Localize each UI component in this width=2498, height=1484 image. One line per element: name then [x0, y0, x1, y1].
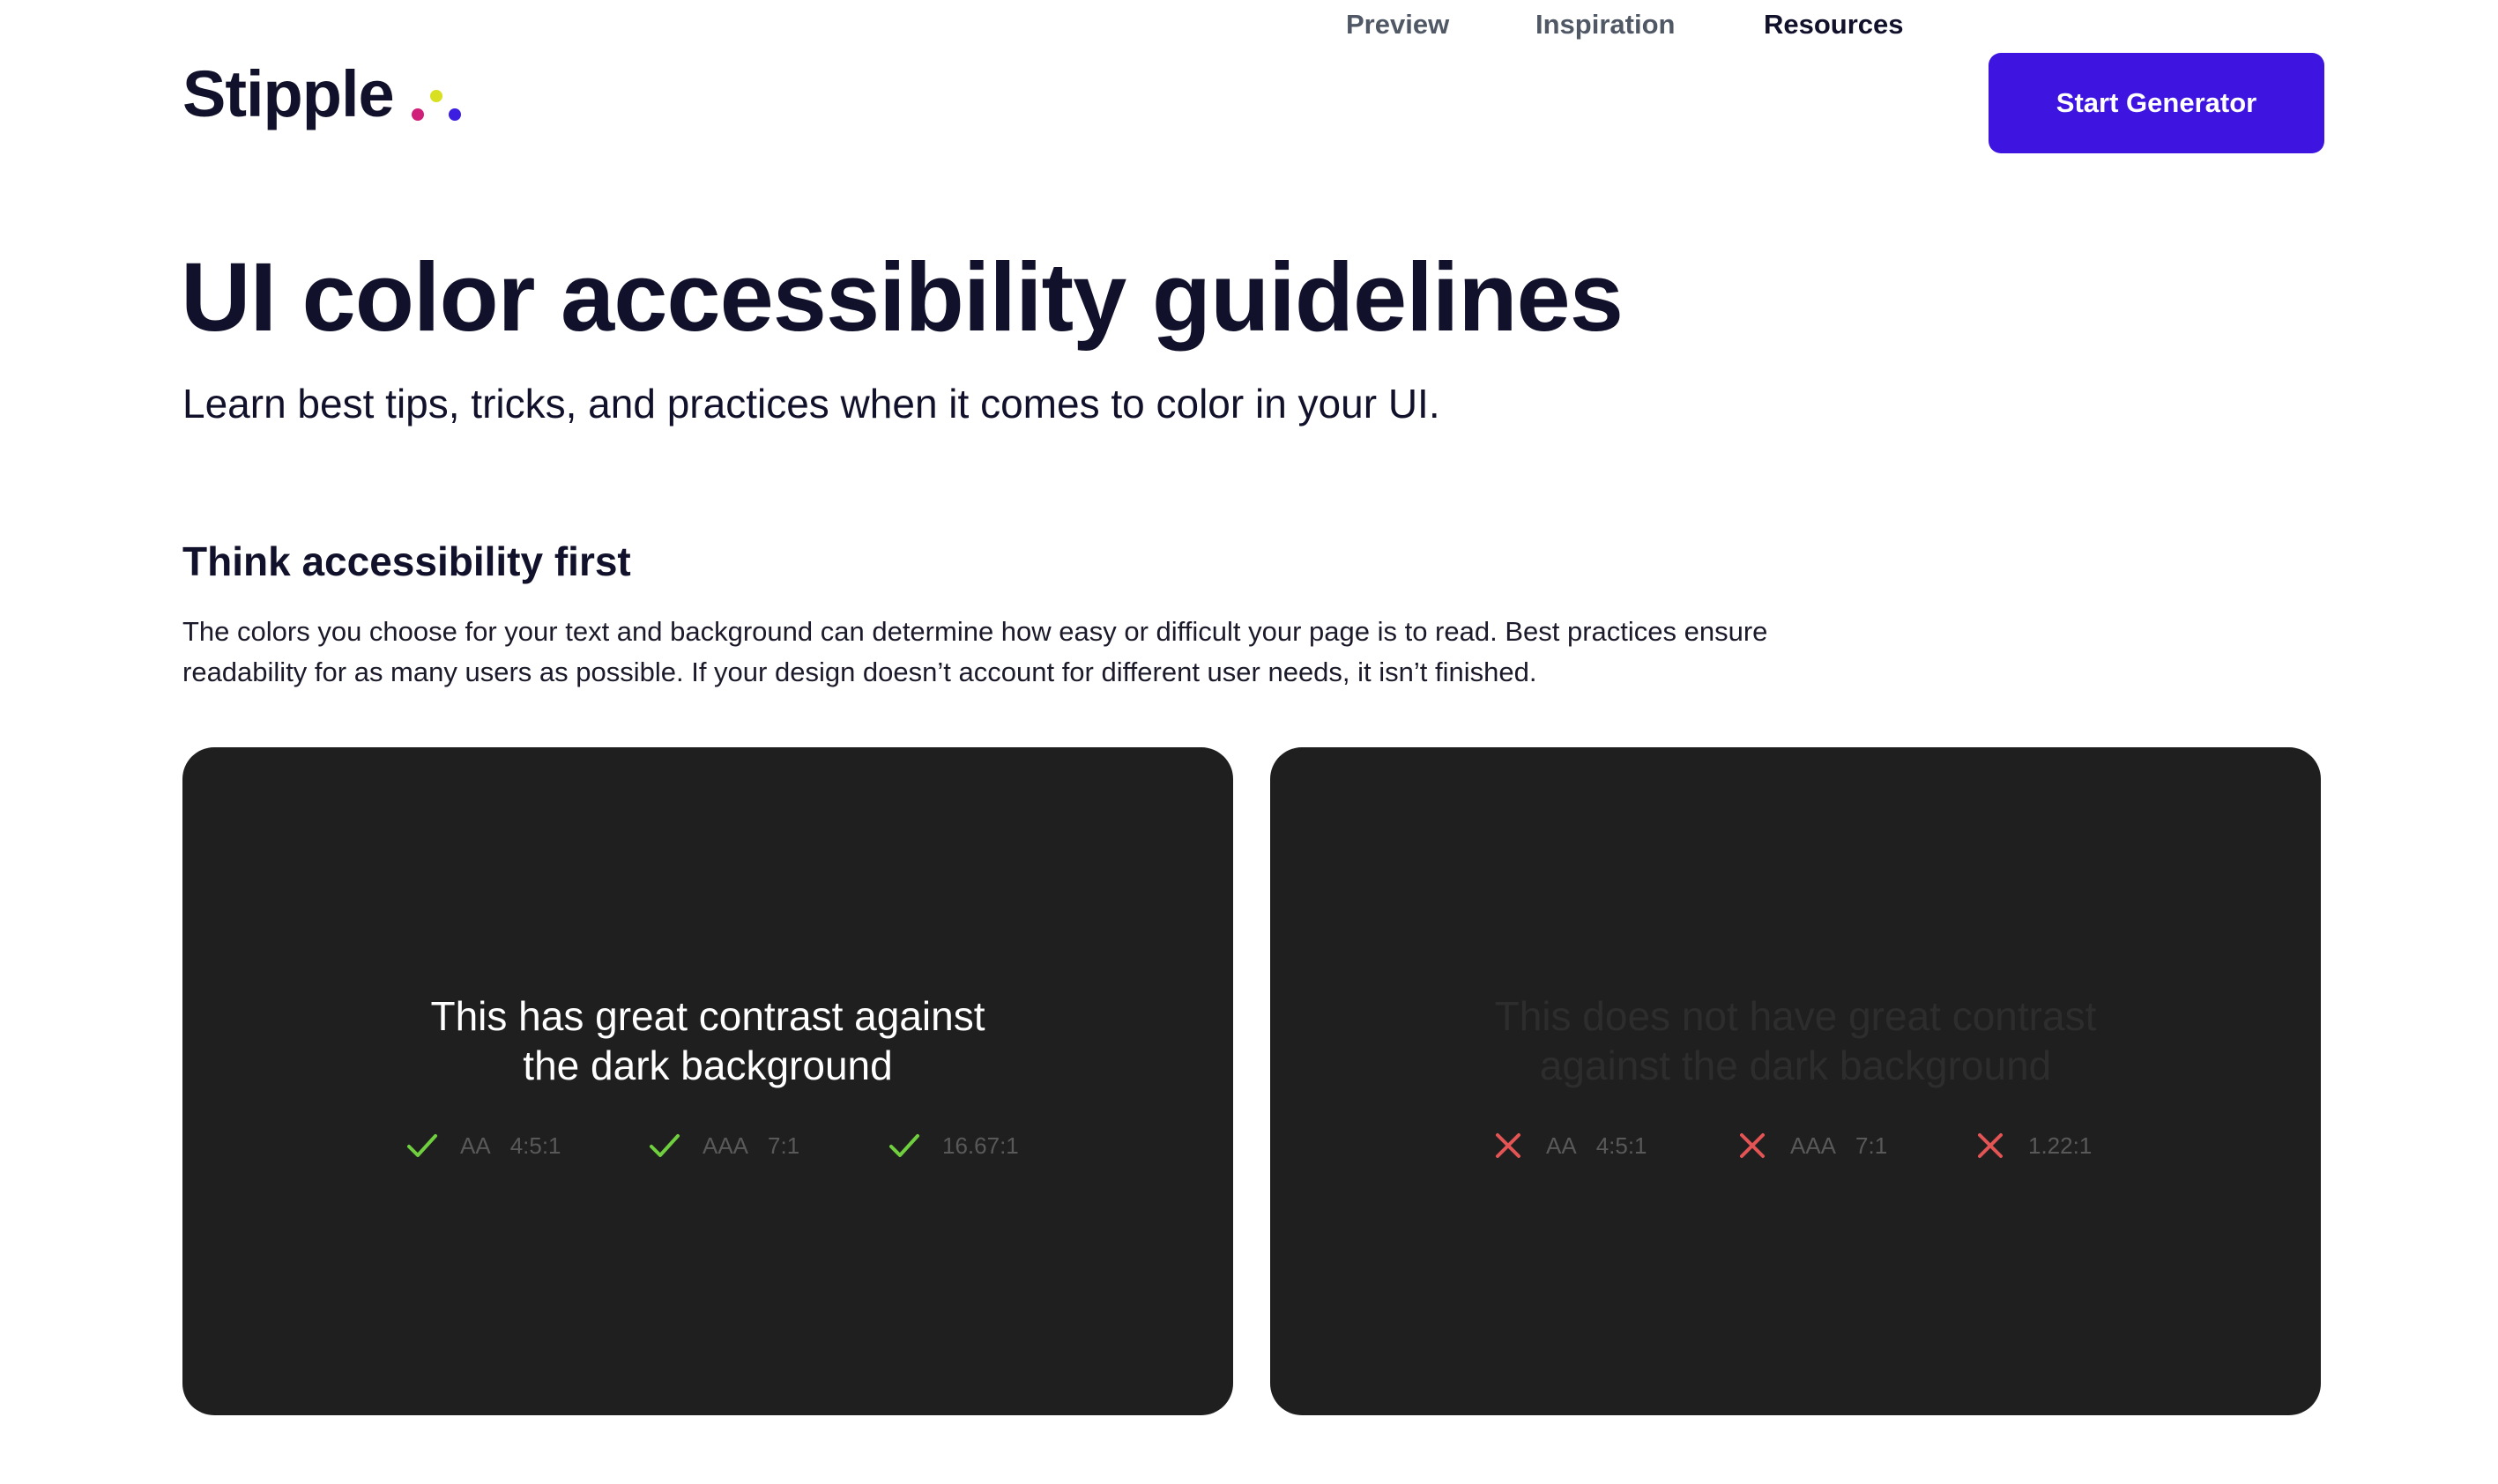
page-title: UI color accessibility guidelines: [181, 243, 1624, 352]
good-contrast-text-line: the dark background: [523, 1043, 893, 1088]
cross-icon: [1978, 1133, 2003, 1158]
logo-dot-pink: [411, 108, 424, 121]
score-ratio: 7:1: [1855, 1132, 1888, 1159]
score-ratio: 4:5:1: [509, 1132, 561, 1159]
logo-wordmark: Stipple: [182, 57, 395, 130]
score-aa: AA 4:5:1: [1491, 1128, 1647, 1163]
score-ratio-total: 16.67:1: [888, 1128, 1019, 1163]
good-contrast-text-line: This has great contrast against: [430, 993, 985, 1039]
score-aa: AA 4:5:1: [405, 1128, 561, 1163]
section-heading: Think accessibility first: [182, 538, 631, 584]
score-ratio: 4:5:1: [1595, 1132, 1647, 1159]
stipple-logo[interactable]: Stipple: [182, 55, 463, 134]
nav-link-resources[interactable]: Resources: [1764, 0, 1904, 49]
check-icon: [407, 1134, 437, 1157]
good-contrast-scores: AA 4:5:1 AAA 7:1 16.67:1: [182, 1128, 1233, 1163]
score-ratio: 7:1: [768, 1132, 800, 1159]
score-level: AA: [460, 1132, 491, 1159]
nav-link-inspiration[interactable]: Inspiration: [1535, 0, 1675, 49]
score-ratio: 1.22:1: [2028, 1132, 2093, 1159]
poor-contrast-card: This does not have great contrast agains…: [1270, 747, 2321, 1415]
score-ratio-total: 1.22:1: [1974, 1128, 2092, 1163]
check-icon: [650, 1134, 680, 1157]
logo-dots-icon: [410, 55, 463, 134]
poor-contrast-scores: AA 4:5:1 AAA 7:1 1.22:1: [1270, 1128, 2321, 1163]
section-body: The colors you choose for your text and …: [182, 616, 1768, 687]
score-ratio: 16.67:1: [942, 1132, 1019, 1159]
score-level: AAA: [703, 1132, 749, 1159]
site-header: Stipple Preview Inspiration Resources St…: [0, 0, 2498, 204]
poor-contrast-text-line: against the dark background: [1539, 1043, 2052, 1088]
logo-dot-blue: [448, 108, 461, 121]
page-subtitle: Learn best tips, tricks, and practices w…: [182, 381, 1440, 427]
check-icon: [889, 1134, 919, 1157]
start-generator-button[interactable]: Start Generator: [1989, 53, 2324, 153]
cross-icon: [1496, 1133, 1520, 1158]
score-level: AA: [1546, 1132, 1577, 1159]
poor-contrast-sample-text: This does not have great contrast agains…: [1270, 991, 2321, 1090]
poor-contrast-text-line: This does not have great contrast: [1494, 993, 2097, 1039]
logo-dot-yellow: [429, 90, 442, 102]
score-level: AAA: [1790, 1132, 1837, 1159]
score-aaa: AAA 7:1: [1736, 1128, 1887, 1163]
good-contrast-sample-text: This has great contrast against the dark…: [182, 991, 1233, 1090]
cross-icon: [1740, 1133, 1765, 1158]
score-aaa: AAA 7:1: [648, 1128, 799, 1163]
good-contrast-card: This has great contrast against the dark…: [182, 747, 1233, 1415]
nav-link-preview[interactable]: Preview: [1346, 0, 1449, 49]
